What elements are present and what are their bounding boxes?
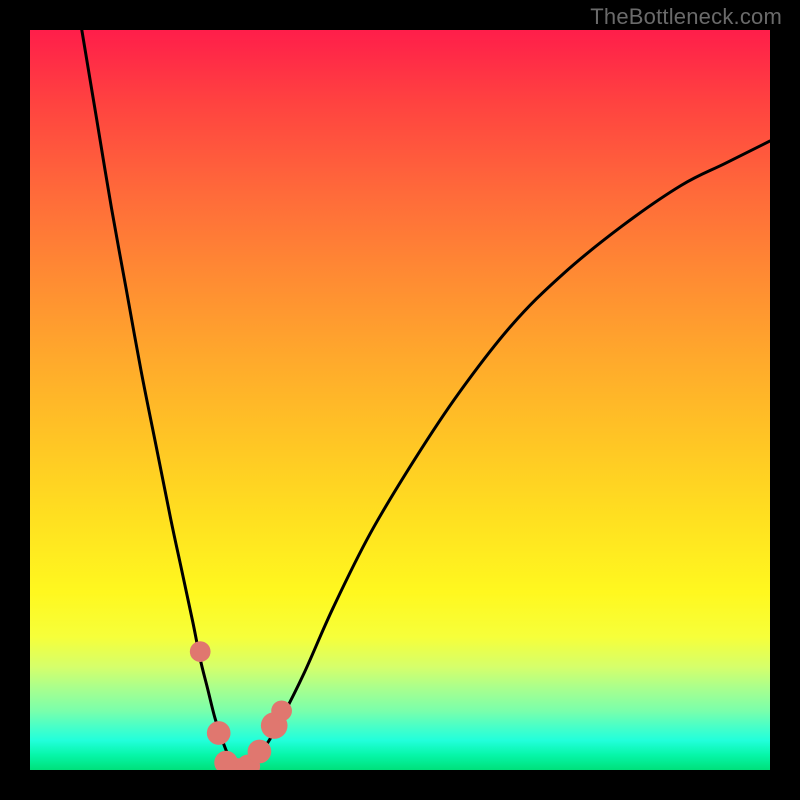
- plot-area: [30, 30, 770, 770]
- watermark-text: TheBottleneck.com: [590, 4, 782, 30]
- outer-frame: TheBottleneck.com: [0, 0, 800, 800]
- curve-right-branch: [237, 141, 770, 770]
- plot-svg: [30, 30, 770, 770]
- marker-5: [248, 740, 272, 764]
- marker-0: [190, 641, 211, 662]
- marker-1: [207, 721, 231, 745]
- marker-7: [271, 700, 292, 721]
- curve-series: [82, 30, 770, 770]
- curve-left-branch: [82, 30, 237, 770]
- data-markers: [190, 641, 292, 770]
